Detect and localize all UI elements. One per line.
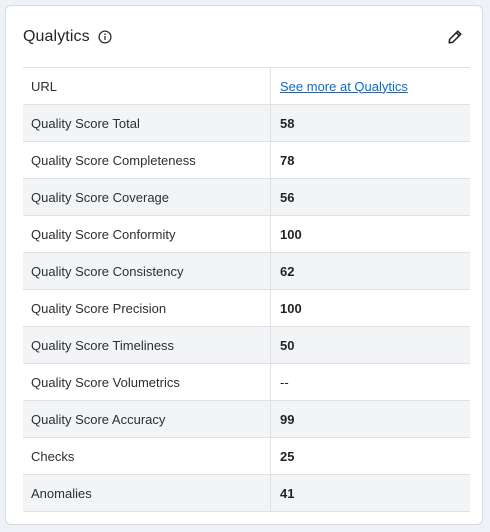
table-row: Quality Score Completeness 78 [23,142,470,179]
row-value: -- [280,374,289,390]
card-header: Qualytics [23,24,465,50]
row-label: Anomalies [23,475,271,511]
row-value: 50 [280,337,295,353]
row-value: 100 [280,300,302,316]
row-value: 25 [280,448,295,464]
row-value: 41 [280,485,295,501]
table-row: Quality Score Precision 100 [23,290,470,327]
row-label: Checks [23,438,271,474]
table-row: Quality Score Conformity 100 [23,216,470,253]
row-label: Quality Score Conformity [23,216,271,252]
table-row: Quality Score Accuracy 99 [23,401,470,438]
row-label: Quality Score Coverage [23,179,271,215]
table-row: Quality Score Consistency 62 [23,253,470,290]
card-title: Qualytics [23,28,90,45]
table-row: Quality Score Timeliness 50 [23,327,470,364]
row-value: 100 [280,226,302,242]
row-value: 58 [280,115,295,131]
qualytics-link[interactable]: See more at Qualytics [280,79,408,94]
row-label: Quality Score Completeness [23,142,271,178]
row-label: Quality Score Precision [23,290,271,326]
table-row: Anomalies 41 [23,475,470,512]
table-row: Quality Score Volumetrics -- [23,364,470,401]
row-value: 99 [280,411,295,427]
row-label: Quality Score Timeliness [23,327,271,363]
row-value: See more at Qualytics [271,68,470,104]
row-label: Quality Score Accuracy [23,401,271,437]
edit-button[interactable] [445,27,465,47]
row-value: 62 [280,263,295,279]
table-row: Quality Score Coverage 56 [23,179,470,216]
info-icon[interactable] [98,30,112,44]
row-label: Quality Score Volumetrics [23,364,271,400]
table-row: Checks 25 [23,438,470,475]
pencil-icon [448,30,462,44]
row-label: Quality Score Total [23,105,271,141]
row-label: URL [23,68,271,104]
properties-table: URL See more at Qualytics Quality Score … [23,67,470,512]
row-label: Quality Score Consistency [23,253,271,289]
table-row-url: URL See more at Qualytics [23,68,470,105]
row-value: 78 [280,152,295,168]
table-row: Quality Score Total 58 [23,105,470,142]
row-value: 56 [280,189,295,205]
qualytics-card: Qualytics URL See more at Qualytics Qual… [5,5,483,525]
